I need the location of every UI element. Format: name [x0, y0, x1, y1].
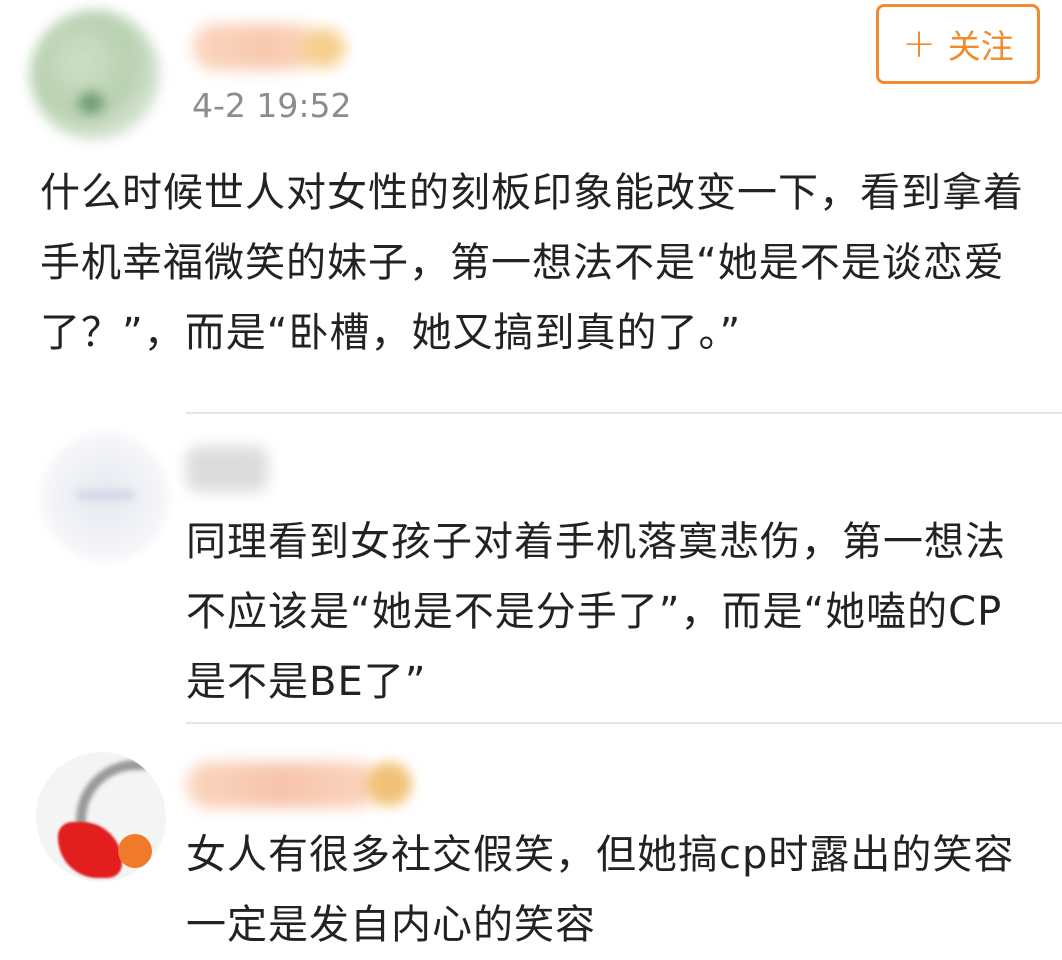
post-text: 什么时候世人对女性的刻板印象能改变一下，看到拿着手机幸福微笑的妹子，第一想法不是…: [40, 170, 1024, 356]
comment-avatar[interactable]: [36, 752, 166, 882]
comment-author-name-blurred[interactable]: [186, 762, 378, 808]
post-author-badge-icon: [300, 28, 346, 68]
follow-button[interactable]: + 关注: [876, 4, 1040, 84]
comment-text: 女人有很多社交假笑，但她搞cp时露出的笑容一定是发自内心的笑容: [186, 832, 1015, 948]
plus-icon: +: [902, 21, 936, 67]
comment-avatar[interactable]: [40, 432, 170, 562]
comment-divider: [186, 412, 1062, 414]
post-timestamp: 4-2 19:52: [192, 86, 352, 125]
avatar-image-detail: [78, 92, 104, 114]
avatar-image-detail: [75, 490, 135, 500]
post-author-avatar[interactable]: [30, 10, 160, 140]
comment-text: 同理看到女孩子对着手机落寞悲伤，第一想法不应该是“她是不是分手了”，而是“她嗑的…: [186, 519, 1006, 705]
comment-divider: [186, 722, 1062, 724]
comment-author-badge-icon: [366, 762, 412, 806]
follow-label: 关注: [947, 27, 1014, 66]
avatar-image-detail: [118, 834, 152, 868]
post-author-name-blurred[interactable]: [192, 24, 317, 70]
comment-author-name-blurred[interactable]: [186, 446, 268, 492]
